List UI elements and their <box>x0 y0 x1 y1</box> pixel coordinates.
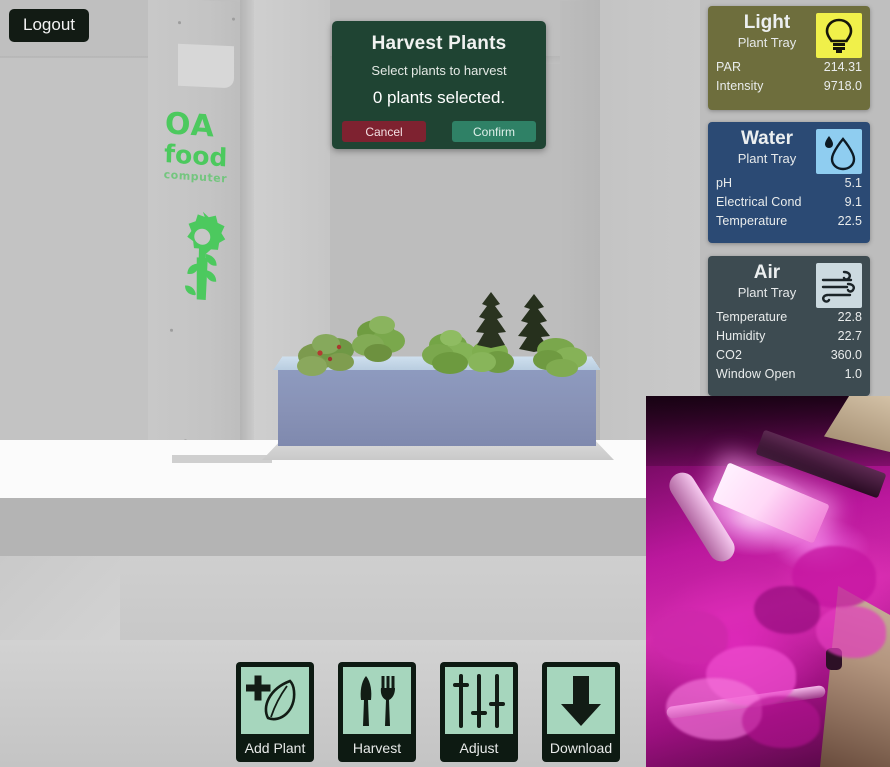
webcam-leaf <box>742 696 820 748</box>
action-toolbar: Add Plant Harvest Adjust Download <box>236 662 620 762</box>
sensor-key: PAR <box>716 60 742 74</box>
sensor-key: Temperature <box>716 310 788 324</box>
sensor-card-air[interactable]: Air Plant Tray Temperature 22.8 Humidity… <box>708 256 870 396</box>
webcam-live-feed[interactable] <box>646 396 890 767</box>
logout-button[interactable]: Logout <box>9 9 89 42</box>
sensor-key: Electrical Cond <box>716 195 802 209</box>
sensor-value: 22.8 <box>837 310 862 324</box>
sensor-key: Intensity <box>716 79 764 93</box>
dialog-title: Harvest Plants <box>371 33 507 54</box>
download-button[interactable]: Download <box>542 662 620 762</box>
sensor-header: Light Plant Tray <box>716 12 862 58</box>
sensor-value: 5.1 <box>844 176 862 190</box>
sensor-key: Temperature <box>716 214 788 228</box>
sensor-value: 1.0 <box>844 367 862 381</box>
food-computer-app: OA food computer Logout Harvest Plants S… <box>0 0 890 767</box>
cancel-button[interactable]: Cancel <box>342 121 426 142</box>
knife-fork-icon <box>343 667 411 734</box>
sensor-header: Air Plant Tray <box>716 262 862 308</box>
sensor-row: pH 5.1 <box>716 174 862 193</box>
tray-support-rail <box>172 455 272 463</box>
dialog-subtitle: Select plants to harvest <box>371 63 507 78</box>
sensor-value: 360.0 <box>830 348 862 362</box>
sensor-card-light[interactable]: Light Plant Tray PAR 214.31 Intensity 97… <box>708 6 870 110</box>
room-left-wall <box>0 58 158 458</box>
webcam-leaf <box>816 606 886 658</box>
harvest-plants-dialog: Harvest Plants Select plants to harvest … <box>332 21 546 149</box>
sensor-card-water[interactable]: Water Plant Tray pH 5.1 Electrical Cond … <box>708 122 870 243</box>
adjust-button[interactable]: Adjust <box>440 662 518 762</box>
sensor-row: Intensity 9718.0 <box>716 77 862 96</box>
sensor-value: 9.1 <box>844 195 862 209</box>
oa-food-computer-logo: OA food computer <box>161 106 252 307</box>
webcam-leaf <box>754 586 820 634</box>
sensor-row: PAR 214.31 <box>716 58 862 77</box>
button-label: Download <box>549 740 613 756</box>
button-label: Adjust <box>459 740 499 756</box>
plant-item[interactable] <box>468 290 514 360</box>
webcam-image <box>646 396 890 767</box>
sliders-icon <box>445 667 513 734</box>
button-label: Add Plant <box>244 740 306 756</box>
sensor-key: Humidity <box>716 329 766 343</box>
sensor-row: CO2 360.0 <box>716 346 862 365</box>
logo-text-food: food <box>163 139 228 173</box>
screw <box>178 21 181 25</box>
sensor-value: 214.31 <box>823 60 862 74</box>
selected-count-text: 0 plants selected. <box>372 88 506 107</box>
sensor-value: 9718.0 <box>823 79 862 93</box>
sensor-key: pH <box>716 176 733 190</box>
lightbulb-icon <box>816 13 862 58</box>
harvest-button[interactable]: Harvest <box>338 662 416 762</box>
sensor-key: Window Open <box>716 367 796 381</box>
button-label: Harvest <box>352 740 402 756</box>
wind-icon <box>816 263 862 308</box>
sensor-key: CO2 <box>716 348 743 362</box>
plant-item[interactable] <box>348 311 414 369</box>
sensor-row: Temperature 22.5 <box>716 212 862 231</box>
sensor-row: Electrical Cond 9.1 <box>716 193 862 212</box>
seed-plus-icon <box>241 667 309 734</box>
machine-door-cutout <box>178 43 234 89</box>
screw <box>170 328 173 332</box>
sensor-value: 22.7 <box>837 329 862 343</box>
sensor-row: Humidity 22.7 <box>716 327 862 346</box>
plant-item[interactable] <box>528 328 594 382</box>
down-arrow-icon <box>547 667 615 734</box>
sensor-row: Temperature 22.8 <box>716 308 862 327</box>
confirm-button[interactable]: Confirm <box>452 121 536 142</box>
sensor-row: Window Open 1.0 <box>716 365 862 384</box>
screw <box>232 17 235 21</box>
dialog-actions: Cancel Confirm <box>342 121 536 142</box>
sensor-header: Water Plant Tray <box>716 128 862 174</box>
add-plant-button[interactable]: Add Plant <box>236 662 314 762</box>
water-drop-icon <box>816 129 862 174</box>
sensor-value: 22.5 <box>837 214 862 228</box>
gear-sprout-icon <box>171 206 249 307</box>
